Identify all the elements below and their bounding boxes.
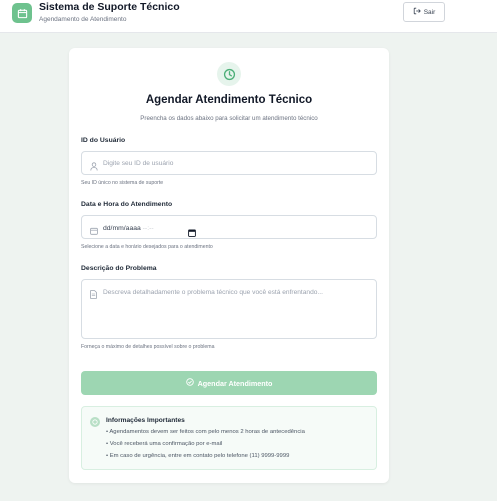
info-title: Informações Importantes (106, 417, 185, 424)
logout-label: Sair (423, 8, 436, 16)
info-item: • Em caso de urgência, entre em contato … (106, 453, 290, 459)
user-id-placeholder: Digite seu ID de usuário (103, 160, 174, 167)
datetime-help: Selecione a data e horário desejados par… (81, 244, 213, 250)
appointment-form-card: Agendar Atendimento Técnico Preencha os … (69, 48, 389, 483)
app-title: Sistema de Suporte Técnico (39, 1, 180, 13)
check-circle-icon (185, 378, 194, 388)
info-item: • Você receberá uma confirmação por e-ma… (106, 441, 223, 447)
document-icon (90, 286, 97, 304)
date-placeholder: dd/mm/aaaa (103, 225, 141, 232)
submit-label: Agendar Atendimento (197, 378, 273, 388)
logout-button[interactable]: Sair (403, 2, 445, 22)
info-icon (90, 417, 100, 427)
user-id-input[interactable]: Digite seu ID de usuário (81, 151, 377, 175)
description-placeholder: Descreva detalhadamente o problema técni… (103, 289, 323, 296)
user-icon (90, 158, 98, 176)
app-subtitle: Agendamento de Atendimento (39, 16, 127, 23)
app-header: Sistema de Suporte Técnico Agendamento d… (0, 0, 497, 33)
user-id-help: Seu ID único no sistema de suporte (81, 180, 164, 186)
info-item: • Agendamentos devem ser feitos com pelo… (106, 429, 305, 435)
calendar-picker-icon[interactable] (188, 224, 196, 242)
important-info-box: Informações Importantes • Agendamentos d… (81, 406, 377, 470)
form-subtitle: Preencha os dados abaixo para solicitar … (140, 115, 318, 122)
clock-icon (217, 62, 241, 86)
form-title: Agendar Atendimento Técnico (145, 94, 313, 106)
datetime-label: Data e Hora do Atendimento (81, 201, 173, 208)
calendar-logo-icon (12, 3, 32, 23)
schedule-submit-button[interactable]: Agendar Atendimento (81, 371, 377, 395)
logout-icon (413, 7, 421, 17)
description-help: Forneça o máximo de detalhes possível so… (81, 344, 215, 350)
time-placeholder: --:-- (142, 225, 154, 232)
datetime-input[interactable]: dd/mm/aaaa --:-- (81, 215, 377, 239)
description-label: Descrição do Problema (81, 265, 157, 272)
calendar-icon (90, 222, 98, 240)
description-textarea[interactable]: Descreva detalhadamente o problema técni… (81, 279, 377, 339)
user-id-label: ID do Usuário (81, 137, 126, 144)
